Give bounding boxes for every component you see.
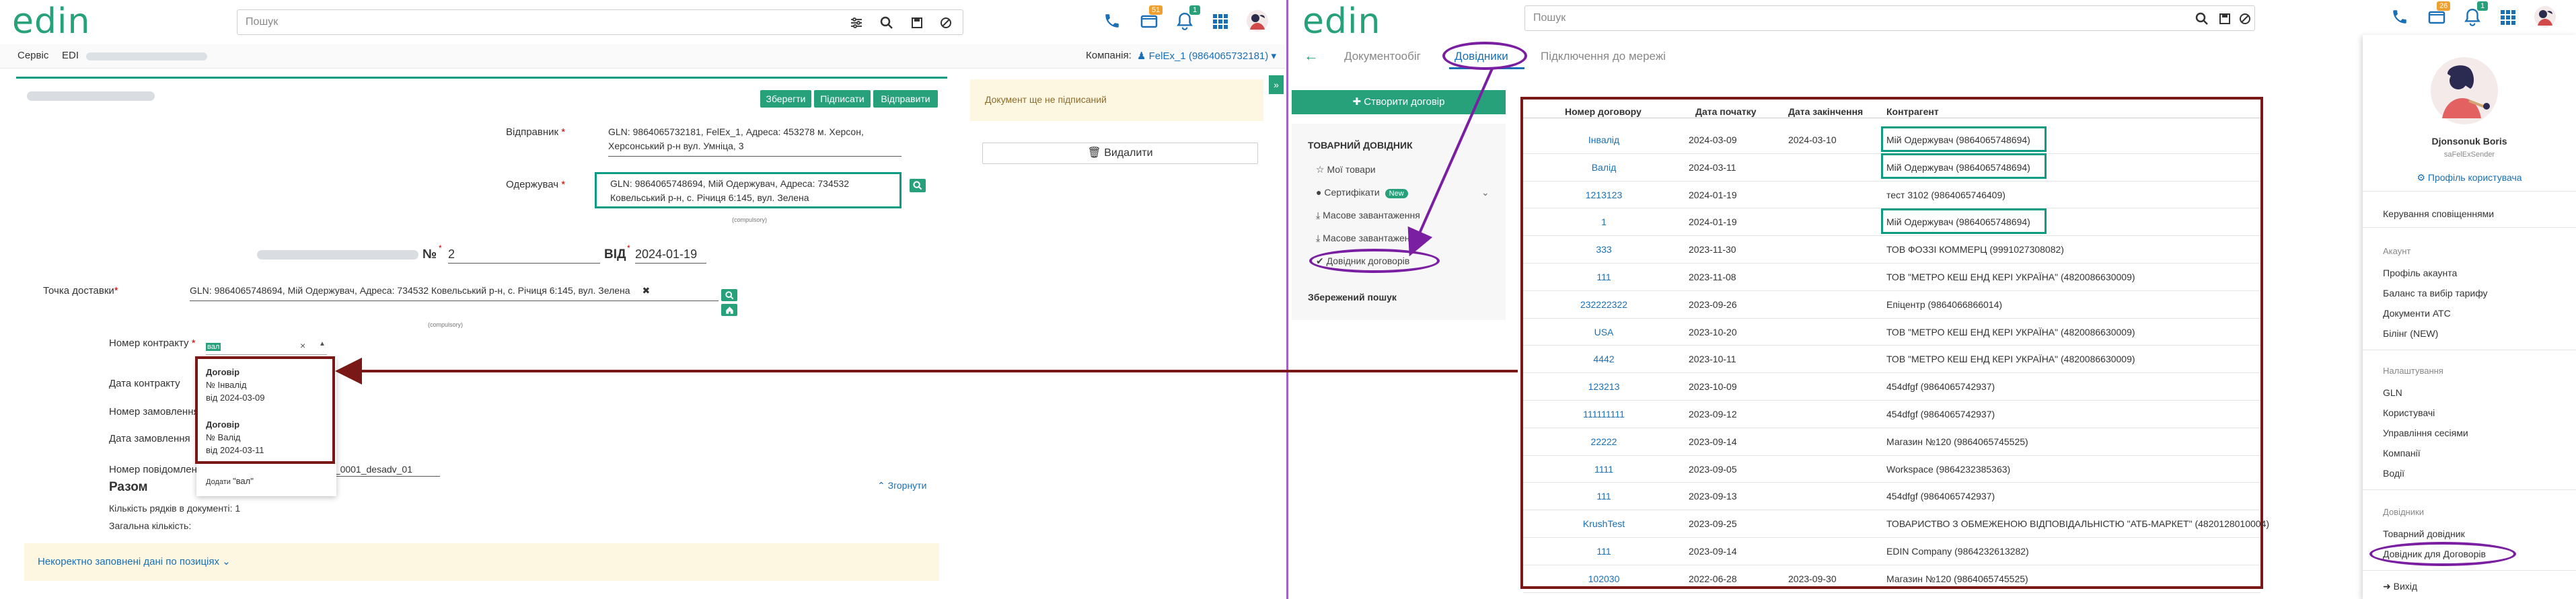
purple-arrow <box>1407 68 1494 257</box>
annotation-arrows <box>335 68 1518 385</box>
